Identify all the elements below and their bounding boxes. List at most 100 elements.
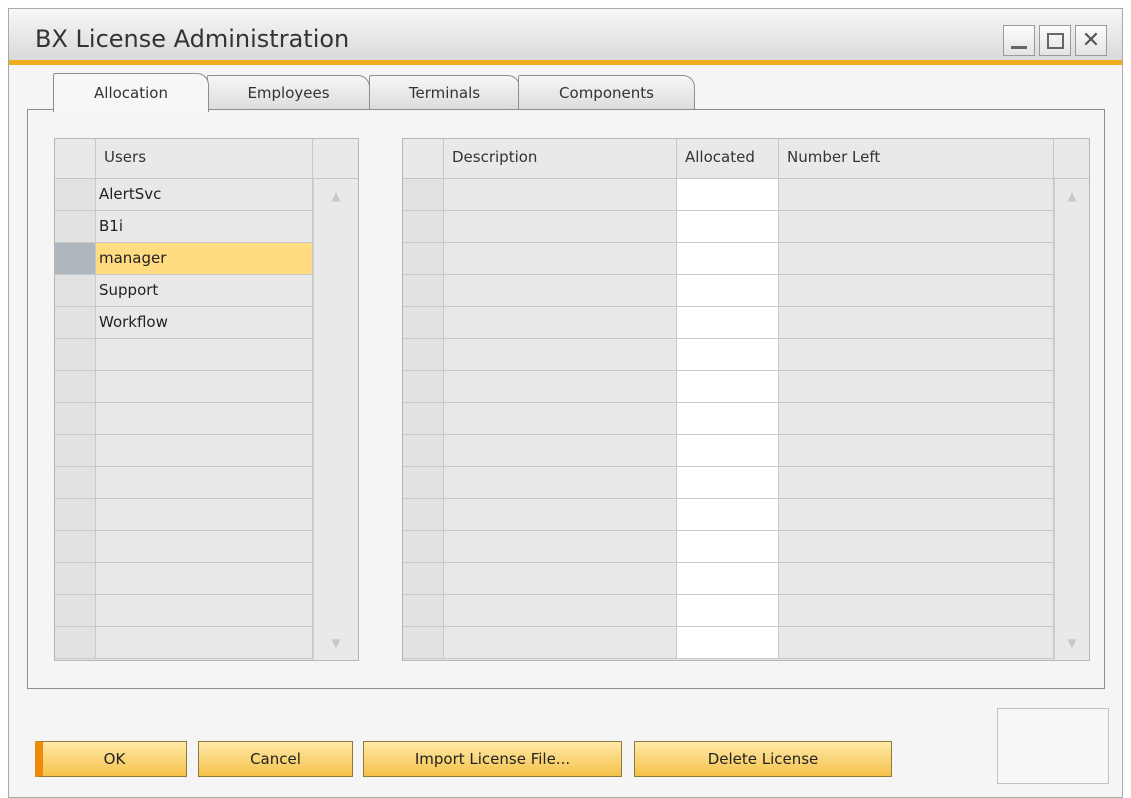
number-left-cell[interactable] [779,435,1054,467]
number-left-cell[interactable] [779,371,1054,403]
allocated-cell[interactable] [677,307,779,339]
number-left-cell[interactable] [779,339,1054,371]
user-name-cell[interactable] [96,595,313,627]
table-row[interactable] [403,627,1089,659]
tab-components[interactable]: Components [518,75,695,110]
description-cell[interactable] [444,243,677,275]
row-header[interactable] [403,179,444,211]
row-header[interactable] [403,467,444,499]
users-column-header[interactable]: Users [96,139,313,179]
number-left-cell[interactable] [779,179,1054,211]
tab-employees[interactable]: Employees [207,75,370,110]
cancel-button[interactable]: Cancel [198,741,353,777]
row-header[interactable] [403,595,444,627]
table-row[interactable] [403,467,1089,499]
import-license-file-button[interactable]: Import License File... [363,741,622,777]
allocated-cell[interactable] [677,595,779,627]
description-cell[interactable] [444,627,677,659]
number-left-cell[interactable] [779,595,1054,627]
row-header[interactable] [403,499,444,531]
minimize-button[interactable] [1003,25,1035,56]
description-cell[interactable] [444,371,677,403]
row-header[interactable] [55,243,96,275]
table-row[interactable] [403,339,1089,371]
description-cell[interactable] [444,211,677,243]
table-row[interactable] [403,531,1089,563]
user-name-cell[interactable] [96,467,313,499]
row-header[interactable] [403,563,444,595]
scroll-down-icon[interactable]: ▼ [314,628,358,658]
users-scrollbar[interactable]: ▲ ▼ [313,179,358,660]
row-header[interactable] [403,243,444,275]
number-left-cell[interactable] [779,563,1054,595]
allocated-cell[interactable] [677,371,779,403]
table-row[interactable] [403,307,1089,339]
user-name-cell[interactable]: manager [96,243,313,275]
table-row[interactable] [403,275,1089,307]
description-cell[interactable] [444,467,677,499]
number-left-cell[interactable] [779,531,1054,563]
close-button[interactable]: ✕ [1075,25,1107,56]
row-header[interactable] [55,275,96,307]
row-header[interactable] [55,563,96,595]
row-header[interactable] [55,595,96,627]
description-cell[interactable] [444,179,677,211]
description-cell[interactable] [444,595,677,627]
user-name-cell[interactable]: Workflow [96,307,313,339]
scroll-up-icon[interactable]: ▲ [314,181,358,211]
number-left-cell[interactable] [779,467,1054,499]
row-header[interactable] [403,435,444,467]
row-header[interactable] [55,627,96,659]
row-header[interactable] [55,403,96,435]
user-name-cell[interactable] [96,371,313,403]
table-row[interactable] [403,595,1089,627]
row-header[interactable] [55,307,96,339]
allocated-cell[interactable] [677,403,779,435]
row-header[interactable] [55,531,96,563]
table-row[interactable] [403,499,1089,531]
description-cell[interactable] [444,499,677,531]
table-row[interactable] [403,243,1089,275]
allocated-cell[interactable] [677,467,779,499]
table-row[interactable] [403,179,1089,211]
tab-allocation[interactable]: Allocation [53,73,209,112]
description-cell[interactable] [444,435,677,467]
allocated-cell[interactable] [677,243,779,275]
row-header[interactable] [403,371,444,403]
table-row[interactable] [403,371,1089,403]
user-name-cell[interactable] [96,403,313,435]
table-row[interactable] [403,435,1089,467]
allocated-cell[interactable] [677,339,779,371]
row-header[interactable] [55,339,96,371]
license-scrollbar[interactable]: ▲ ▼ [1054,179,1089,660]
allocated-cell[interactable] [677,531,779,563]
scroll-down-icon[interactable]: ▼ [1055,628,1089,658]
user-name-cell[interactable] [96,627,313,659]
tab-terminals[interactable]: Terminals [369,75,520,110]
user-name-cell[interactable]: Support [96,275,313,307]
row-header[interactable] [55,499,96,531]
row-header[interactable] [403,211,444,243]
row-header[interactable] [55,211,96,243]
number-left-cell[interactable] [779,243,1054,275]
row-header[interactable] [55,435,96,467]
user-name-cell[interactable] [96,435,313,467]
description-cell[interactable] [444,307,677,339]
description-cell[interactable] [444,403,677,435]
row-header[interactable] [403,627,444,659]
table-row[interactable] [403,563,1089,595]
number-left-cell[interactable] [779,499,1054,531]
row-header[interactable] [403,403,444,435]
row-header[interactable] [403,275,444,307]
number-left-cell[interactable] [779,403,1054,435]
table-row[interactable] [403,211,1089,243]
allocated-cell[interactable] [677,179,779,211]
allocated-column-header[interactable]: Allocated [677,139,779,179]
row-header[interactable] [403,339,444,371]
number-left-cell[interactable] [779,275,1054,307]
allocated-cell[interactable] [677,627,779,659]
user-name-cell[interactable] [96,499,313,531]
number-left-column-header[interactable]: Number Left [779,139,1054,179]
allocated-cell[interactable] [677,275,779,307]
description-cell[interactable] [444,563,677,595]
